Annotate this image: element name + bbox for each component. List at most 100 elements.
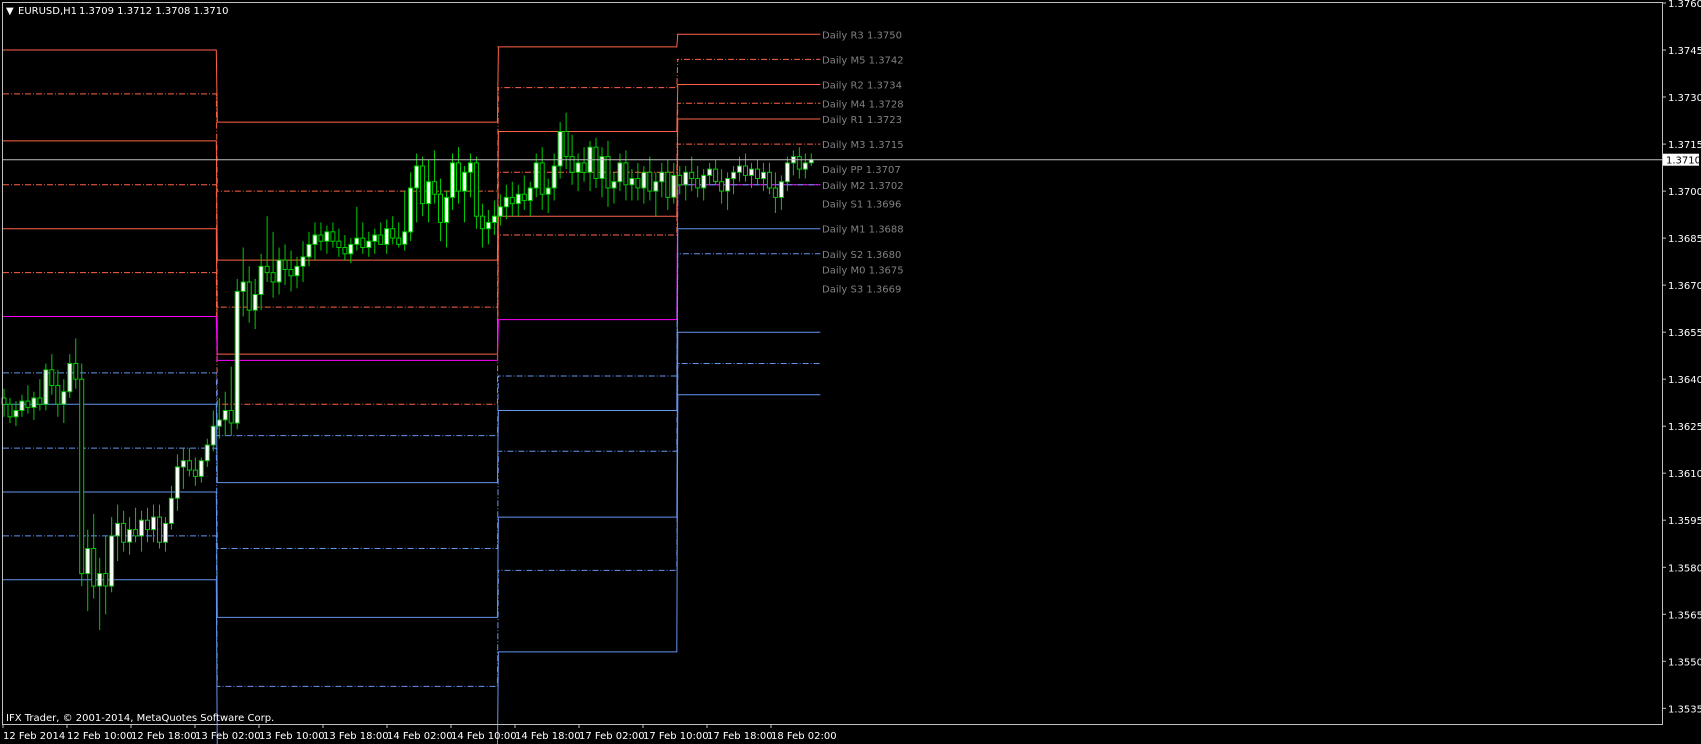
candle-body	[491, 215, 497, 223]
candle	[127, 517, 133, 555]
candle-body	[593, 146, 599, 179]
candle-body	[408, 187, 414, 233]
candle-body	[719, 181, 725, 192]
candle-body	[432, 181, 438, 195]
candle	[240, 247, 246, 317]
candle	[749, 162, 754, 188]
candle	[402, 191, 408, 251]
candle-body	[186, 460, 192, 471]
candle	[342, 235, 348, 261]
candle-body	[766, 171, 772, 189]
price-chart[interactable]: Daily R3 1.3750 Daily M5 1.3742 Daily R2 1…	[0, 0, 1701, 744]
candle-body	[485, 221, 491, 230]
candle	[456, 147, 461, 204]
candle	[294, 256, 300, 289]
candle-body	[515, 193, 521, 205]
candle-body	[479, 215, 485, 230]
candle-body	[420, 165, 426, 205]
chart-menu-icon[interactable]: ▼	[6, 6, 14, 17]
candle-body	[557, 131, 563, 167]
candle	[784, 156, 790, 192]
candle-body	[121, 522, 127, 543]
candle	[330, 222, 336, 248]
candle-body	[252, 294, 258, 311]
candle	[766, 162, 772, 195]
y-tick-label: 1.3580	[1668, 563, 1701, 574]
x-tick-label: 12 Feb 18:00	[131, 731, 197, 742]
candle	[665, 159, 671, 210]
candle-body	[569, 156, 575, 173]
level-label: Daily M1 1.3688	[822, 225, 904, 236]
candle-body	[665, 171, 671, 198]
candle-body	[521, 193, 527, 201]
candle	[252, 278, 258, 329]
candle	[611, 172, 617, 204]
candle	[701, 169, 707, 201]
candle	[623, 150, 629, 201]
candle	[198, 457, 204, 483]
candle-body	[617, 162, 623, 183]
y-tick-label: 1.3625	[1668, 422, 1701, 433]
current-price-value: 1.3710	[1666, 156, 1701, 167]
y-tick-label: 1.3760	[1668, 0, 1701, 10]
candle	[13, 401, 19, 427]
candle	[216, 398, 222, 439]
candle	[539, 147, 545, 210]
candle-body	[444, 196, 449, 223]
candle-body	[73, 363, 79, 380]
candle-body	[503, 196, 509, 208]
candle	[336, 228, 342, 257]
candle	[163, 517, 168, 552]
candle-body	[61, 391, 67, 405]
candle-body	[772, 187, 778, 198]
candle	[37, 379, 43, 411]
candle-body	[563, 131, 569, 158]
level-label: Daily S2 1.3680	[822, 250, 901, 261]
candle	[222, 391, 228, 436]
candle-body	[67, 363, 73, 393]
time-axis[interactable]: 12 Feb 2014 12 Feb 10:0012 Feb 18:0013 Fe…	[2, 724, 837, 742]
x-tick-label: 17 Feb 10:00	[643, 731, 709, 742]
candle-body	[282, 259, 288, 271]
candle-body	[778, 181, 784, 198]
candle	[192, 457, 198, 486]
candle-body	[402, 231, 408, 245]
candle	[641, 166, 647, 204]
price-axis[interactable]: 1.3760 1.3745 1.3730 1.3715 1.3700 1.3685 1.36…	[1662, 0, 1701, 715]
copyright-text: IFX Trader, © 2001-2014, MetaQuotes Soft…	[6, 713, 274, 724]
candle	[31, 391, 37, 420]
candle	[49, 354, 55, 395]
candle	[390, 216, 396, 245]
candle	[605, 140, 611, 207]
level-label: Daily M0 1.3675	[822, 266, 904, 277]
candle	[312, 222, 318, 261]
candle	[677, 166, 683, 195]
candle	[731, 166, 737, 195]
candle-body	[312, 234, 318, 245]
candle-body	[659, 171, 665, 183]
x-tick-label: 17 Feb 18:00	[707, 731, 773, 742]
candle	[121, 510, 127, 552]
candle	[7, 398, 13, 424]
candle	[713, 159, 719, 185]
y-tick-label: 1.3535	[1668, 704, 1701, 715]
candle-body	[731, 171, 737, 180]
candle	[270, 231, 276, 298]
chart-ohlc: 1.3709 1.3712 1.3708 1.3710	[79, 6, 229, 17]
candle	[551, 153, 557, 201]
y-tick-label: 1.3550	[1668, 657, 1701, 668]
candle-body	[228, 410, 234, 424]
candle	[91, 514, 97, 599]
candle	[599, 147, 605, 198]
level-label: Daily S1 1.3696	[822, 200, 901, 211]
current-price-tag: 1.3710	[1663, 153, 1701, 167]
candle	[324, 225, 330, 254]
candle	[761, 162, 766, 192]
candle-body	[43, 369, 49, 405]
candle	[485, 209, 491, 245]
candle	[617, 153, 623, 192]
candle	[593, 137, 599, 188]
candle	[545, 178, 551, 213]
x-tick-label: 13 Feb 18:00	[323, 731, 389, 742]
candle-body	[49, 369, 55, 386]
